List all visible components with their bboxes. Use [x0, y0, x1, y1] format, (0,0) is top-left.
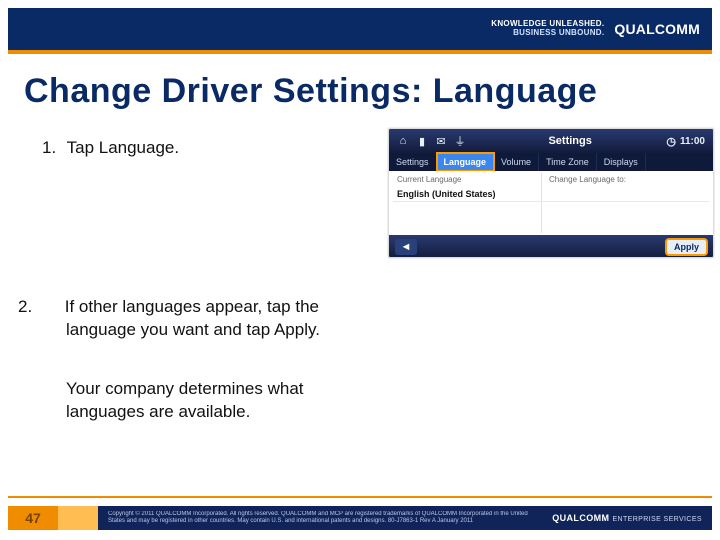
- step-2-text: If other languages appear, tap the langu…: [65, 297, 320, 339]
- clock-icon: ◷: [666, 135, 676, 148]
- apply-button[interactable]: Apply: [666, 239, 707, 255]
- step-1-text: Tap Language.: [67, 138, 180, 157]
- envelope-icon[interactable]: ✉: [435, 135, 447, 147]
- tagline-line1: KNOWLEDGE UNLEASHED.: [491, 19, 604, 28]
- slide-footer: 47 Copyright © 2011 QUALCOMM Incorporate…: [8, 496, 712, 530]
- back-button[interactable]: ◄: [395, 239, 417, 255]
- wifi-icon: ⏚: [454, 135, 466, 147]
- footer-copyright: Copyright © 2011 QUALCOMM Incorporated. …: [108, 511, 528, 524]
- step-2-note: Your company determines what languages a…: [66, 378, 366, 424]
- device-tabs: Settings Language Volume Time Zone Displ…: [389, 153, 713, 171]
- tab-time-zone[interactable]: Time Zone: [539, 153, 597, 171]
- step-2-number: 2.: [42, 296, 60, 319]
- brand-logo: QUALCOMM: [614, 21, 700, 37]
- footer-accent-line: [8, 496, 712, 498]
- device-clock: 11:00: [680, 136, 705, 147]
- horizontal-divider: [393, 201, 709, 202]
- home-icon[interactable]: ⌂: [397, 135, 409, 147]
- slide-title: Change Driver Settings: Language: [24, 72, 597, 111]
- tab-volume[interactable]: Volume: [494, 153, 539, 171]
- orange-accent-bar: [8, 50, 712, 54]
- device-content: Current Language Change Language to: Eng…: [389, 171, 713, 235]
- current-language-label: Current Language: [397, 175, 462, 184]
- tab-displays[interactable]: Displays: [597, 153, 646, 171]
- brand-tagline: KNOWLEDGE UNLEASHED. BUSINESS UNBOUND.: [491, 20, 604, 38]
- step-2: 2. If other languages appear, tap the la…: [42, 296, 352, 342]
- change-language-label: Change Language to:: [549, 175, 626, 184]
- device-screenshot: ⌂ ▮ ✉ ⏚ Settings ◷ 11:00 Settings Langua…: [388, 128, 714, 258]
- back-arrow-icon: ◄: [401, 241, 412, 253]
- battery-icon: ▮: [416, 135, 428, 147]
- vertical-divider: [541, 173, 542, 233]
- footer-brand: QUALCOMMENTERPRISE SERVICES: [552, 513, 702, 523]
- device-statusbar: ⌂ ▮ ✉ ⏚ Settings ◷ 11:00: [389, 129, 713, 153]
- device-bottombar: ◄ Apply: [389, 235, 713, 258]
- tagline-line2: BUSINESS UNBOUND.: [513, 28, 604, 37]
- current-language-value: English (United States): [397, 189, 496, 199]
- top-brand-bar: KNOWLEDGE UNLEASHED. BUSINESS UNBOUND. Q…: [8, 8, 712, 50]
- page-number: 47: [8, 506, 58, 530]
- tab-settings[interactable]: Settings: [389, 153, 437, 171]
- tab-language[interactable]: Language: [437, 153, 495, 171]
- step-1: 1. Tap Language.: [42, 138, 179, 158]
- device-screen-title: Settings: [474, 135, 666, 147]
- step-1-number: 1.: [42, 138, 56, 157]
- footer-orange-block: [58, 506, 98, 530]
